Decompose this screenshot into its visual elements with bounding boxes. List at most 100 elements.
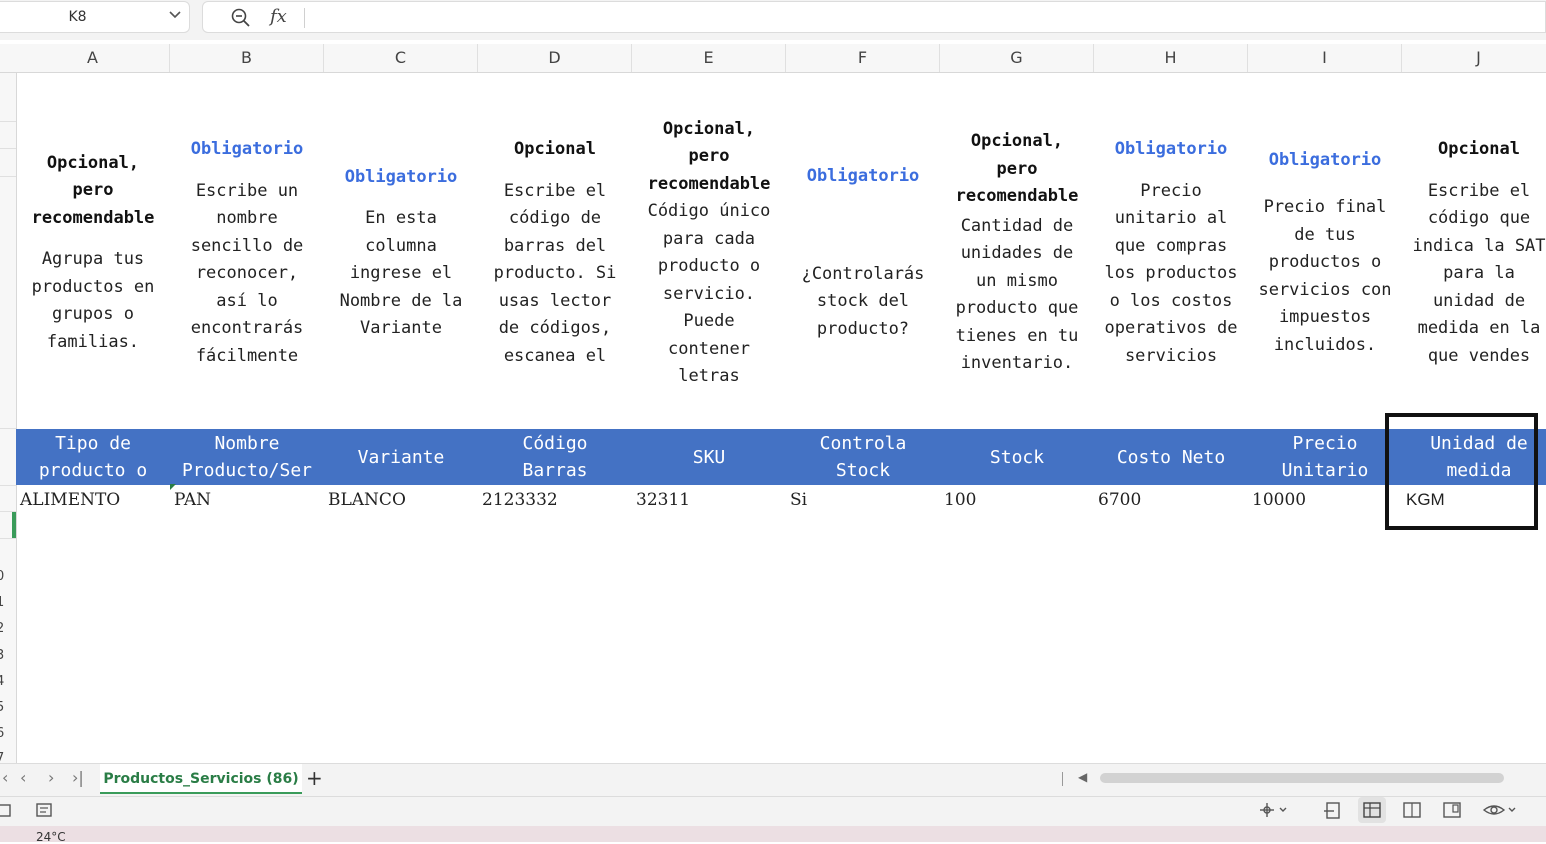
column-help-text: Código único para cada producto o servic… bbox=[647, 201, 771, 386]
column-header-h[interactable]: H bbox=[1094, 44, 1248, 72]
row-number[interactable]: 5 bbox=[0, 700, 12, 715]
eye-icon[interactable] bbox=[1482, 800, 1520, 820]
page-layout-icon[interactable] bbox=[1441, 800, 1463, 820]
column-tag: Opcional, pero recomendable bbox=[955, 131, 1079, 207]
active-row-indicator bbox=[12, 512, 16, 538]
column-tag: Obligatorio bbox=[344, 166, 458, 187]
column-header-f[interactable]: F bbox=[786, 44, 940, 72]
column-tag: Obligatorio bbox=[1114, 139, 1228, 159]
row-header-bar: 0 1 2 3 4 5 6 7 bbox=[0, 73, 17, 766]
highlight-annotation-box bbox=[1385, 413, 1538, 530]
column-tag: Obligatorio bbox=[190, 139, 304, 159]
column-help-text: ¿Controlarás stock del producto? bbox=[801, 263, 925, 339]
row-divider bbox=[0, 538, 16, 539]
first-sheet-icon[interactable]: ‹ bbox=[2, 768, 8, 787]
column-header-d[interactable]: D bbox=[478, 44, 632, 72]
description-cell[interactable]: Obligatorio Precio final de tus producto… bbox=[1248, 78, 1402, 428]
description-cell[interactable]: Opcional Escribe el código de barras del… bbox=[478, 78, 632, 428]
data-cell-sku[interactable]: 32311 bbox=[636, 488, 690, 512]
row-number[interactable]: 0 bbox=[0, 569, 12, 584]
column-header-b[interactable]: B bbox=[170, 44, 324, 72]
data-cell-stock[interactable]: 100 bbox=[944, 488, 976, 512]
status-bar bbox=[0, 796, 1546, 827]
row-divider bbox=[0, 176, 16, 177]
data-cell-precio[interactable]: 10000 bbox=[1252, 488, 1306, 512]
header-cell-costo[interactable]: Costo Neto bbox=[1094, 429, 1248, 485]
row-divider bbox=[0, 148, 16, 149]
column-help-text: Escribe el código que indica la SAT para… bbox=[1412, 180, 1546, 366]
column-tag: Opcional, pero recomendable bbox=[647, 118, 771, 194]
row-number[interactable]: 2 bbox=[0, 621, 12, 636]
row-divider bbox=[0, 428, 16, 429]
header-cell-precio[interactable]: Precio Unitario bbox=[1248, 429, 1402, 485]
column-header-e[interactable]: E bbox=[632, 44, 786, 72]
data-cell-tipo[interactable]: ALIMENTO bbox=[20, 488, 120, 512]
row-number[interactable]: 1 bbox=[0, 595, 12, 610]
column-tag: Opcional, pero recomendable bbox=[31, 152, 155, 228]
column-header-bar: A B C D E F G H I J bbox=[0, 44, 1546, 73]
sheet-status-icon[interactable] bbox=[0, 800, 22, 820]
column-help-text: Escribe el código de barras del producto… bbox=[493, 180, 617, 366]
comment-indicator bbox=[170, 484, 176, 490]
chevron-down-icon[interactable] bbox=[168, 7, 182, 21]
header-cell-nombre[interactable]: Nombre Producto/Ser bbox=[170, 429, 324, 485]
row-divider bbox=[0, 121, 16, 122]
data-cell-controla-stock[interactable]: Si bbox=[790, 488, 807, 512]
data-cell-codigo[interactable]: 2123332 bbox=[482, 488, 558, 512]
column-header-j[interactable]: J bbox=[1402, 44, 1546, 72]
macro-icon[interactable] bbox=[34, 800, 56, 820]
normal-view-icon[interactable] bbox=[1361, 800, 1383, 820]
sheet-tab-productos[interactable]: Productos_Servicios (86) bbox=[100, 764, 302, 794]
column-help-text: Cantidad de unidades de un mismo product… bbox=[955, 215, 1079, 374]
description-cell[interactable]: Obligatorio ¿Controlarás stock del produ… bbox=[786, 78, 940, 428]
add-sheet-icon[interactable]: + bbox=[306, 766, 323, 790]
last-sheet-icon[interactable]: ›| bbox=[72, 768, 84, 787]
column-help-text: En esta columna ingrese el Nombre de la … bbox=[339, 208, 463, 338]
description-cell[interactable]: Opcional, pero recomendable Código único… bbox=[632, 78, 786, 428]
description-cell[interactable]: Obligatorio Precio unitario al que compr… bbox=[1094, 78, 1248, 428]
row-number[interactable]: 4 bbox=[0, 674, 12, 689]
column-header-g[interactable]: G bbox=[940, 44, 1094, 72]
prev-sheet-icon[interactable]: ‹ bbox=[20, 768, 26, 787]
split-view-icon[interactable] bbox=[1401, 800, 1423, 820]
description-cell[interactable]: Obligatorio Escribe un nombre sencillo d… bbox=[170, 78, 324, 428]
description-cell[interactable]: Opcional, pero recomendable Cantidad de … bbox=[940, 78, 1094, 428]
header-cell-tipo[interactable]: Tipo de producto o bbox=[16, 429, 170, 485]
scroll-separator bbox=[1062, 772, 1063, 786]
function-icon[interactable]: fx bbox=[270, 6, 287, 27]
os-taskbar bbox=[0, 826, 1546, 842]
description-cell[interactable]: Obligatorio En esta columna ingrese el N… bbox=[324, 78, 478, 428]
description-cell[interactable]: Opcional Escribe el código que indica la… bbox=[1402, 78, 1546, 428]
column-help-text: Precio unitario al que compras los produ… bbox=[1104, 180, 1238, 366]
data-cell-costo[interactable]: 6700 bbox=[1098, 488, 1141, 512]
column-help-text: Agrupa tus productos en grupos o familia… bbox=[31, 249, 155, 352]
header-cell-controla-stock[interactable]: Controla Stock bbox=[786, 429, 940, 485]
scroll-left-icon[interactable]: ◀ bbox=[1078, 770, 1087, 784]
data-cell-variante[interactable]: BLANCO bbox=[328, 488, 406, 512]
horizontal-scrollbar[interactable] bbox=[1100, 773, 1504, 783]
column-tag: Obligatorio bbox=[806, 166, 920, 186]
page-break-icon[interactable] bbox=[1322, 800, 1344, 820]
header-cell-sku[interactable]: SKU bbox=[632, 429, 786, 485]
header-cell-stock[interactable]: Stock bbox=[940, 429, 1094, 485]
row-number[interactable]: 6 bbox=[0, 726, 12, 741]
data-cell-nombre[interactable]: PAN bbox=[174, 488, 211, 512]
name-box-cell-ref[interactable]: K8 bbox=[0, 9, 155, 25]
row-divider bbox=[0, 485, 16, 486]
column-tag: Opcional bbox=[514, 139, 596, 159]
column-help-text: Precio final de tus productos o servicio… bbox=[1258, 197, 1392, 355]
formula-input[interactable] bbox=[202, 1, 1546, 33]
header-cell-variante[interactable]: Variante bbox=[324, 429, 478, 485]
column-tag: Obligatorio bbox=[1268, 149, 1382, 170]
next-sheet-icon[interactable]: › bbox=[48, 768, 54, 787]
row-number[interactable]: 3 bbox=[0, 648, 12, 663]
move-icon[interactable] bbox=[1258, 800, 1290, 820]
column-header-i[interactable]: I bbox=[1248, 44, 1402, 72]
column-tag: Opcional bbox=[1438, 139, 1520, 159]
column-header-a[interactable]: A bbox=[16, 44, 170, 72]
column-help-text: Escribe un nombre sencillo de reconocer,… bbox=[190, 180, 304, 366]
header-cell-codigo[interactable]: Código Barras bbox=[478, 429, 632, 485]
description-cell[interactable]: Opcional, pero recomendable Agrupa tus p… bbox=[16, 78, 170, 428]
column-header-c[interactable]: C bbox=[324, 44, 478, 72]
zoom-icon[interactable] bbox=[230, 7, 252, 29]
